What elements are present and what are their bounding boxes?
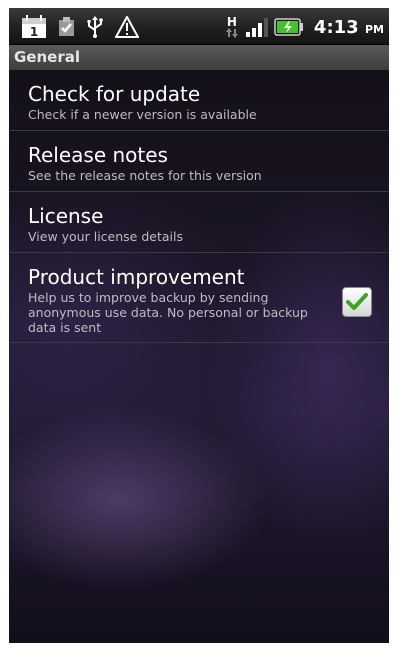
item-subtitle: See the release notes for this version bbox=[28, 168, 262, 183]
usb-icon bbox=[86, 16, 104, 38]
check-for-update-item[interactable]: Check for update Check if a newer versio… bbox=[9, 70, 389, 131]
item-subtitle: Check if a newer version is available bbox=[28, 107, 257, 122]
calendar-icon: 1 bbox=[21, 15, 47, 39]
clock: 4:13 PM bbox=[314, 17, 384, 38]
network-type-label: H bbox=[226, 15, 237, 29]
svg-text:1: 1 bbox=[30, 25, 38, 39]
license-item[interactable]: License View your license details bbox=[9, 192, 389, 253]
item-title: Check for update bbox=[28, 82, 201, 106]
phone-screen: 1 H 4:13 PM General Check for update Che… bbox=[9, 8, 389, 643]
item-title: Release notes bbox=[28, 143, 168, 167]
item-title: Product improvement bbox=[28, 265, 245, 289]
notification-icons: 1 bbox=[21, 14, 150, 40]
system-status: H 4:13 PM bbox=[225, 14, 389, 40]
network-h-icon: H bbox=[225, 15, 238, 38]
section-header-general: General bbox=[9, 45, 389, 70]
checkmark-icon bbox=[346, 293, 368, 310]
clipboard-check-icon bbox=[58, 17, 75, 37]
battery-icon bbox=[274, 18, 304, 36]
product-improvement-checkbox[interactable] bbox=[342, 287, 372, 317]
signal-icon bbox=[245, 17, 268, 37]
status-bar[interactable]: 1 H 4:13 PM bbox=[9, 8, 389, 45]
item-title: License bbox=[28, 204, 104, 228]
clock-time: 4:13 bbox=[313, 16, 359, 38]
item-subtitle: View your license details bbox=[28, 229, 183, 244]
warning-icon bbox=[115, 16, 139, 38]
item-subtitle: Help us to improve backup by sending ano… bbox=[28, 290, 308, 335]
settings-list: Check for update Check if a newer versio… bbox=[9, 70, 389, 643]
release-notes-item[interactable]: Release notes See the release notes for … bbox=[9, 131, 389, 192]
clock-ampm: PM bbox=[364, 22, 384, 36]
product-improvement-item[interactable]: Product improvement Help us to improve b… bbox=[9, 253, 389, 343]
